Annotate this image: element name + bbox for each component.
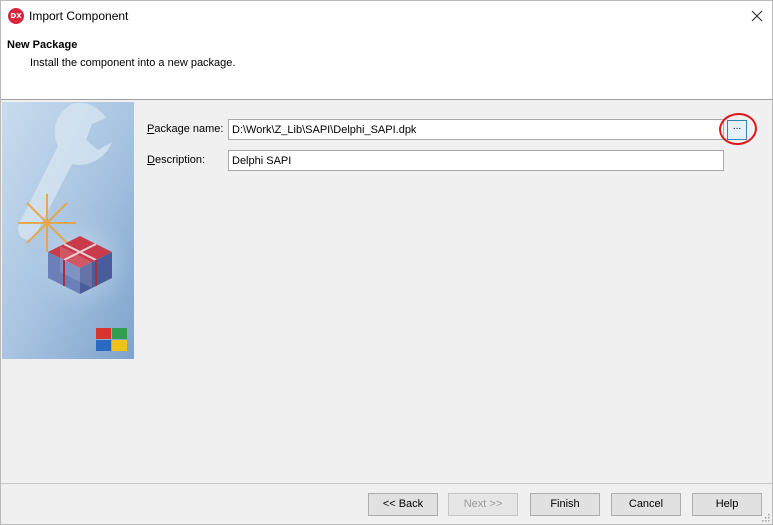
browse-button[interactable]: ...: [727, 120, 747, 140]
next-button[interactable]: Next >>: [448, 493, 518, 516]
import-component-dialog: DX Import Component New Package Install …: [0, 0, 773, 525]
finish-button[interactable]: Finish: [530, 493, 600, 516]
cancel-button[interactable]: Cancel: [611, 493, 681, 516]
wizard-side-image: [2, 102, 134, 359]
close-button[interactable]: [742, 1, 772, 31]
wizard-header: New Package Install the component into a…: [1, 31, 772, 100]
title-bar: DX Import Component: [1, 1, 772, 31]
app-logo-icon: DX: [8, 8, 24, 24]
page-title: New Package: [7, 39, 78, 51]
package-name-input[interactable]: [228, 119, 724, 140]
window-title: Import Component: [29, 9, 129, 23]
back-button[interactable]: << Back: [368, 493, 438, 516]
resize-grip-icon[interactable]: [760, 512, 770, 522]
description-label: Description:: [147, 154, 206, 166]
page-subtitle: Install the component into a new package…: [30, 57, 236, 69]
help-button[interactable]: Help: [692, 493, 762, 516]
footer-divider: [1, 483, 772, 484]
description-input[interactable]: [228, 150, 724, 171]
package-name-label: Package name:: [147, 123, 224, 135]
close-icon: [751, 10, 763, 22]
